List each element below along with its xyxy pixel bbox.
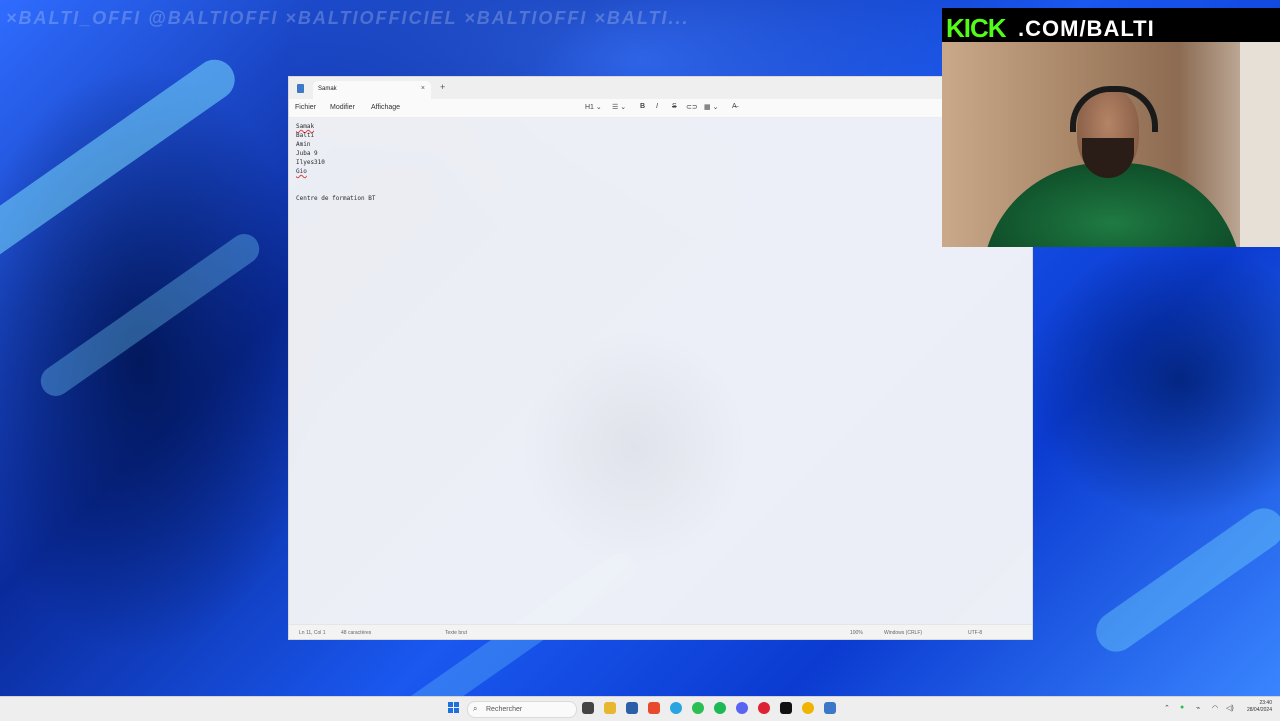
list-icon: ☰ — [612, 104, 619, 111]
editor-line: Amin — [296, 141, 311, 148]
table-button[interactable]: ▦ ⌄ — [704, 103, 718, 111]
close-icon[interactable]: × — [421, 85, 425, 92]
heading-dropdown[interactable]: H1 ⌄ — [585, 103, 602, 111]
line-ending[interactable]: Windows (CRLF) — [884, 630, 922, 636]
menu-modifier[interactable]: Modifier — [330, 104, 355, 111]
menu-fichier[interactable]: Fichier — [295, 104, 316, 111]
windows-start-icon[interactable] — [448, 702, 460, 714]
search-icon: ⌕ — [473, 704, 478, 713]
notion-icon[interactable] — [780, 702, 792, 714]
volume-icon[interactable]: ◁) — [1226, 704, 1234, 712]
editor-line: Gio — [296, 168, 307, 175]
webcam-overlay: KICK .COM/BALTI — [942, 8, 1280, 247]
format-mode[interactable]: Texte brut — [445, 630, 467, 636]
new-tab-button[interactable]: + — [440, 82, 445, 92]
clock-date: 28/04/2024 — [1246, 707, 1272, 713]
start-tile — [448, 708, 453, 713]
menubar: Fichier Modifier Affichage H1 ⌄ ☰ ⌄ B I … — [289, 99, 1032, 118]
notepad-icon — [297, 84, 304, 93]
clock-time: 23:40 — [1259, 700, 1272, 706]
menu-affichage[interactable]: Affichage — [371, 104, 400, 111]
window-curtain — [1240, 42, 1280, 247]
editor-line: Centre de formation BT — [296, 195, 376, 202]
wallpaper-streak — [0, 51, 243, 269]
start-tile — [454, 708, 459, 713]
notepad-taskbar-icon[interactable] — [824, 702, 836, 714]
taskbar: ⌕ Rechercher ⌃ ● ⌁ ◠ ◁) 23:40 28/04/2024 — [0, 696, 1280, 721]
usb-icon[interactable]: ⌁ — [1196, 704, 1200, 712]
brave-icon[interactable] — [648, 702, 660, 714]
link-icon[interactable]: ⊂⊃ — [686, 103, 698, 111]
clear-formatting-icon[interactable]: A̶ — [732, 103, 737, 110]
task-view-icon[interactable] — [582, 702, 594, 714]
system-clock[interactable]: 23:40 28/04/2024 — [1247, 700, 1272, 714]
tab-title: Samak — [318, 86, 337, 92]
chevron-down-icon: ⌄ — [620, 104, 627, 111]
whatsapp-icon[interactable] — [692, 702, 704, 714]
bold-button[interactable]: B — [640, 103, 645, 110]
chevron-up-icon[interactable]: ⌃ — [1164, 704, 1170, 712]
wifi-icon[interactable]: ◠ — [1212, 704, 1218, 712]
discord-icon[interactable] — [736, 702, 748, 714]
webcam-reflection — [519, 327, 749, 567]
chevron-down-icon: ⌄ — [712, 104, 719, 111]
statusbar: Ln 11, Col 1 48 caractères Texte brut 10… — [289, 624, 1032, 639]
start-tile — [454, 702, 459, 707]
text-editor[interactable]: Samak Balti Amin Juba 9 Ilyes310 Gio Cen… — [296, 122, 375, 203]
wallpaper-streak — [34, 228, 266, 402]
file-explorer-icon[interactable] — [604, 702, 616, 714]
search-placeholder: Rechercher — [486, 706, 523, 713]
heading-label: H1 — [585, 104, 594, 111]
italic-button[interactable]: I — [656, 103, 658, 110]
editor-line: Balti — [296, 132, 315, 139]
start-tile — [448, 702, 453, 707]
encoding[interactable]: UTF-8 — [968, 630, 982, 636]
tab-samak[interactable]: Samak × — [313, 81, 431, 99]
zoom-level[interactable]: 100% — [850, 630, 863, 636]
kick-banner: KICK .COM/BALTI — [942, 8, 1280, 43]
status-dot-icon[interactable]: ● — [1180, 704, 1184, 711]
telegram-icon[interactable] — [670, 702, 682, 714]
list-button[interactable]: ☰ ⌄ — [612, 103, 626, 111]
kick-handle: .COM/BALTI — [1018, 16, 1155, 41]
kick-logo: KICK — [946, 13, 1007, 43]
char-count: 48 caractères — [341, 630, 372, 636]
calculator-icon[interactable] — [626, 702, 638, 714]
editor-line: Juba 9 — [296, 150, 318, 157]
editor-line: Samak — [296, 123, 315, 130]
notepad-window[interactable]: Samak × + Fichier Modifier Affichage H1 … — [288, 76, 1033, 640]
taskbar-search[interactable]: ⌕ Rechercher — [467, 701, 577, 718]
chevron-down-icon: ⌄ — [595, 104, 602, 111]
spotify-icon[interactable] — [714, 702, 726, 714]
obs-icon[interactable] — [758, 702, 770, 714]
notepad-titlebar[interactable]: Samak × + — [289, 77, 1032, 99]
strikethrough-button[interactable]: S — [672, 103, 677, 110]
stream-watermark: ×BALTI_OFFI @BALTIOFFI ×BALTIOFFICIEL ×B… — [6, 8, 690, 28]
editor-line: Ilyes310 — [296, 159, 325, 166]
headset-icon — [1070, 86, 1158, 132]
cursor-position: Ln 11, Col 1 — [299, 630, 326, 636]
chat-app-icon[interactable] — [802, 702, 814, 714]
table-icon: ▦ — [704, 104, 711, 111]
wallpaper-streak — [1088, 500, 1280, 660]
